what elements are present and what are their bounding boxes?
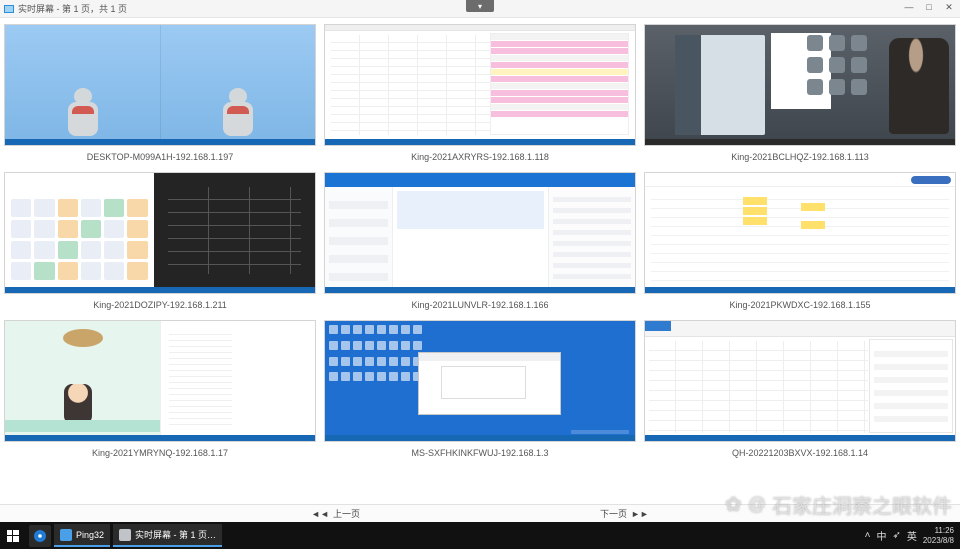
prev-label: 上一页 bbox=[333, 507, 360, 520]
taskbar-item-ping32[interactable]: Ping32 bbox=[54, 524, 110, 547]
thumb-caption: King-2021AXRYRS-192.168.1.118 bbox=[324, 146, 636, 166]
thumb-preview bbox=[324, 24, 636, 146]
titlebar: 实时屏幕 - 第 1 页，共 1 页 ▾ — □ ✕ bbox=[0, 0, 960, 18]
prev-page-button[interactable]: ◄◄ 上一页 bbox=[311, 507, 360, 520]
thumb-preview bbox=[644, 320, 956, 442]
clock-time: 11:26 bbox=[935, 526, 954, 536]
next-label: 下一页 bbox=[600, 507, 627, 520]
thumb-preview bbox=[324, 320, 636, 442]
thumb-caption: King-2021YMRYNQ-192.168.1.17 bbox=[4, 442, 316, 462]
screen-thumb[interactable]: QH-20221203BXVX-192.168.1.14 bbox=[644, 320, 956, 462]
thumb-caption: QH-20221203BXVX-192.168.1.14 bbox=[644, 442, 956, 462]
taskbar-browser[interactable] bbox=[29, 525, 51, 547]
app-window: 实时屏幕 - 第 1 页，共 1 页 ▾ — □ ✕ DESKTOP-M099A… bbox=[0, 0, 960, 522]
screen-thumb[interactable]: King-2021BCLHQZ-192.168.1.113 bbox=[644, 24, 956, 166]
next-page-button[interactable]: 下一页 ►► bbox=[600, 507, 649, 520]
thumb-caption: DESKTOP-M099A1H-192.168.1.197 bbox=[4, 146, 316, 166]
thumb-preview bbox=[644, 24, 956, 146]
start-button[interactable] bbox=[0, 522, 26, 549]
tray-ime-icon[interactable]: 中 bbox=[876, 528, 886, 543]
taskbar-item-label: 实时屏幕 - 第 1 页… bbox=[135, 528, 216, 541]
tray-ime2-icon[interactable]: ➶ bbox=[892, 530, 900, 541]
thumb-caption: King-2021BCLHQZ-192.168.1.113 bbox=[644, 146, 956, 166]
next-arrow-icon: ►► bbox=[631, 509, 649, 519]
system-tray: ˄ 中 ➶ 英 11:26 2023/8/8 bbox=[865, 526, 960, 546]
close-button[interactable]: ✕ bbox=[940, 0, 958, 14]
tray-clock[interactable]: 11:26 2023/8/8 bbox=[923, 526, 954, 546]
thumb-caption: King-2021LUNVLR-192.168.1.166 bbox=[324, 294, 636, 314]
screen-thumb[interactable]: King-2021LUNVLR-192.168.1.166 bbox=[324, 172, 636, 314]
app-icon bbox=[4, 5, 14, 13]
screen-thumb[interactable]: King-2021YMRYNQ-192.168.1.17 bbox=[4, 320, 316, 462]
minimize-button[interactable]: — bbox=[900, 0, 918, 14]
realtime-icon bbox=[119, 529, 131, 541]
screen-thumb[interactable]: MS-SXFHKINKFWUJ-192.168.1.3 bbox=[324, 320, 636, 462]
thumb-preview bbox=[4, 24, 316, 146]
thumb-caption: MS-SXFHKINKFWUJ-192.168.1.3 bbox=[324, 442, 636, 462]
screen-thumb[interactable]: DESKTOP-M099A1H-192.168.1.197 bbox=[4, 24, 316, 166]
tray-ime3-icon[interactable]: 英 bbox=[907, 528, 917, 543]
windows-taskbar: Ping32 实时屏幕 - 第 1 页… ˄ 中 ➶ 英 11:26 2023/… bbox=[0, 522, 960, 549]
taskbar-item-realtime[interactable]: 实时屏幕 - 第 1 页… bbox=[113, 524, 222, 547]
thumb-caption: King-2021PKWDXC-192.168.1.155 bbox=[644, 294, 956, 314]
screens-grid: DESKTOP-M099A1H-192.168.1.197 King-2021A… bbox=[0, 18, 960, 504]
screen-thumb[interactable]: King-2021AXRYRS-192.168.1.118 bbox=[324, 24, 636, 166]
window-controls: — □ ✕ bbox=[900, 0, 958, 14]
screen-thumb[interactable]: King-2021DOZIPY-192.168.1.211 bbox=[4, 172, 316, 314]
edge-icon bbox=[34, 530, 46, 542]
taskbar-item-label: Ping32 bbox=[76, 530, 104, 540]
ping32-icon bbox=[60, 529, 72, 541]
thumb-preview bbox=[4, 172, 316, 294]
prev-arrow-icon: ◄◄ bbox=[311, 509, 329, 519]
thumb-preview bbox=[324, 172, 636, 294]
window-title: 实时屏幕 - 第 1 页，共 1 页 bbox=[18, 2, 127, 15]
titlebar-dropdown[interactable]: ▾ bbox=[466, 0, 494, 12]
clock-date: 2023/8/8 bbox=[923, 536, 954, 546]
thumb-preview bbox=[4, 320, 316, 442]
tray-overflow-icon[interactable]: ˄ bbox=[865, 530, 871, 541]
pager: ◄◄ 上一页 下一页 ►► bbox=[0, 504, 960, 522]
thumb-caption: King-2021DOZIPY-192.168.1.211 bbox=[4, 294, 316, 314]
maximize-button[interactable]: □ bbox=[920, 0, 938, 14]
screen-thumb[interactable]: King-2021PKWDXC-192.168.1.155 bbox=[644, 172, 956, 314]
thumb-preview bbox=[644, 172, 956, 294]
